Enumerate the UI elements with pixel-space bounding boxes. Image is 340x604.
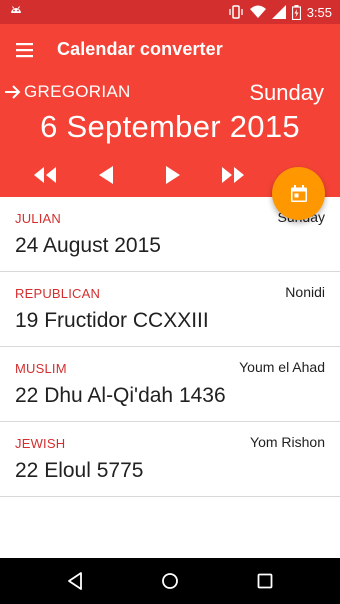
wifi-icon	[249, 5, 266, 19]
previous-icon[interactable]	[95, 164, 123, 186]
conversion-card-muslim[interactable]: MUSLIM Youm el Ahad 22 Dhu Al-Qi'dah 143…	[0, 347, 340, 422]
calendar-name: JEWISH	[15, 436, 66, 451]
vibrate-icon	[228, 5, 244, 19]
calendar-date: 24 August 2015	[15, 234, 161, 257]
calendar-weekday: Yom Rishon	[250, 434, 325, 450]
system-nav-bar	[0, 558, 340, 604]
battery-icon	[291, 4, 301, 20]
calendar-name: JULIAN	[15, 211, 61, 226]
source-calendar-selector[interactable]: GREGORIAN	[4, 82, 131, 102]
conversion-card-jewish[interactable]: JEWISH Yom Rishon 22 Eloul 5775	[0, 422, 340, 497]
next-icon[interactable]	[162, 164, 190, 186]
calendar-icon	[290, 184, 307, 202]
status-time: 3:55	[306, 4, 332, 20]
arrow-right-icon	[5, 85, 21, 99]
calendar-date: 19 Fructidor CCXXIII	[15, 309, 209, 332]
source-date[interactable]: 6 September 2015	[0, 109, 340, 145]
pick-date-button[interactable]	[272, 167, 325, 220]
app-title: Calendar converter	[57, 39, 223, 59]
calendar-weekday: Nonidi	[285, 284, 325, 300]
home-icon[interactable]	[160, 571, 180, 591]
status-bar: 3:55	[0, 0, 340, 24]
recents-icon[interactable]	[255, 571, 275, 591]
hamburger-menu-icon[interactable]	[14, 39, 36, 61]
calendar-weekday: Youm el Ahad	[239, 359, 325, 375]
android-icon	[8, 4, 24, 20]
calendar-date: 22 Dhu Al-Qi'dah 1436	[15, 384, 226, 407]
calendar-name: REPUBLICAN	[15, 286, 101, 301]
fast-forward-icon[interactable]	[219, 164, 247, 186]
back-icon[interactable]	[65, 571, 85, 591]
app-toolbar: Calendar converter	[0, 24, 340, 76]
calendar-date: 22 Eloul 5775	[15, 459, 144, 482]
fast-rewind-icon[interactable]	[31, 164, 59, 186]
calendar-name: MUSLIM	[15, 361, 67, 376]
source-calendar-label: GREGORIAN	[24, 82, 131, 101]
signal-icon	[271, 5, 286, 19]
source-weekday: Sunday	[249, 80, 324, 105]
conversion-card-republican[interactable]: REPUBLICAN Nonidi 19 Fructidor CCXXIII	[0, 272, 340, 347]
